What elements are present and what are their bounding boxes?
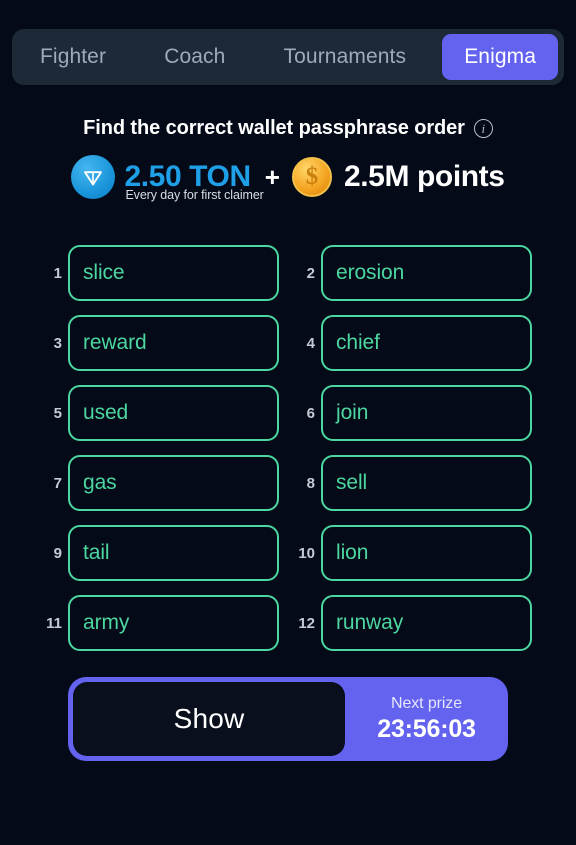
cell-number: 6	[306, 404, 315, 422]
tab-tournaments[interactable]: Tournaments	[262, 34, 429, 80]
cell-number: 10	[298, 544, 315, 562]
ton-subtitle: Every day for first claimer	[125, 188, 264, 202]
word-slot-11[interactable]: army	[68, 595, 279, 651]
tab-enigma-label: Enigma	[464, 45, 536, 68]
word-slot-5[interactable]: used	[68, 385, 279, 441]
word-text: join	[336, 401, 369, 424]
word-slot-8[interactable]: sell	[321, 455, 532, 511]
passphrase-cell: 12 runway	[297, 595, 532, 651]
page-title: Find the correct wallet passphrase order	[83, 117, 465, 139]
word-text: erosion	[336, 261, 405, 284]
word-slot-2[interactable]: erosion	[321, 245, 532, 301]
bottom-action-bar: Show Next prize 23:56:03	[68, 677, 508, 761]
passphrase-cell: 7 gas	[44, 455, 279, 511]
enigma-screen: Fighter Coach Tournaments Enigma Find th…	[0, 0, 576, 845]
word-text: lion	[336, 541, 369, 564]
prize-row: 2.50 TON Every day for first claimer + $…	[0, 152, 576, 202]
dollar-coin-icon: $	[291, 157, 332, 197]
main-tabbar: Fighter Coach Tournaments Enigma	[12, 29, 564, 85]
points-amount: 2.5M points	[343, 160, 505, 193]
tab-fighter[interactable]: Fighter	[18, 34, 128, 80]
word-slot-1[interactable]: slice	[68, 245, 279, 301]
word-slot-3[interactable]: reward	[68, 315, 279, 371]
passphrase-cell: 9 tail	[44, 525, 279, 581]
word-slot-12[interactable]: runway	[321, 595, 532, 651]
passphrase-cell: 1 slice	[44, 245, 279, 301]
cell-number: 7	[53, 474, 62, 492]
cell-number: 5	[53, 404, 62, 422]
next-prize-label: Next prize	[390, 694, 463, 712]
word-slot-9[interactable]: tail	[68, 525, 279, 581]
passphrase-grid: 1 slice 2 erosion 3 reward 4 chief 5 use…	[44, 245, 532, 651]
word-text: slice	[83, 261, 125, 284]
cell-number: 11	[46, 614, 62, 632]
passphrase-cell: 5 used	[44, 385, 279, 441]
cell-number: 9	[53, 544, 62, 562]
passphrase-cell: 10 lion	[297, 525, 532, 581]
word-text: gas	[83, 471, 117, 494]
cell-number: 12	[298, 614, 315, 632]
word-text: reward	[83, 331, 147, 354]
word-slot-10[interactable]: lion	[321, 525, 532, 581]
cell-number: 1	[53, 264, 62, 282]
ton-coin-icon	[71, 155, 116, 199]
cell-number: 2	[306, 264, 315, 282]
show-button-label: Show	[173, 703, 245, 734]
tab-enigma[interactable]: Enigma	[442, 34, 558, 80]
ton-prize-block: 2.50 TON Every day for first claimer	[124, 162, 263, 203]
cell-number: 8	[306, 474, 315, 492]
word-text: sell	[336, 471, 368, 494]
word-slot-4[interactable]: chief	[321, 315, 532, 371]
tab-tournaments-label: Tournaments	[283, 45, 407, 68]
tab-coach[interactable]: Coach	[142, 34, 247, 80]
passphrase-cell: 8 sell	[297, 455, 532, 511]
passphrase-cell: 4 chief	[297, 315, 532, 371]
cell-number: 3	[53, 334, 62, 352]
prize-separator: +	[264, 161, 280, 192]
word-text: army	[83, 611, 130, 634]
word-text: used	[83, 401, 129, 424]
passphrase-cell: 11 army	[44, 595, 279, 651]
passphrase-cell: 6 join	[297, 385, 532, 441]
page-title-row: Find the correct wallet passphrase order…	[0, 117, 576, 140]
word-slot-6[interactable]: join	[321, 385, 532, 441]
tab-fighter-label: Fighter	[40, 45, 107, 68]
cell-number: 4	[306, 334, 315, 352]
tab-coach-label: Coach	[164, 45, 226, 68]
passphrase-cell: 2 erosion	[297, 245, 532, 301]
next-prize-timer: 23:56:03	[377, 714, 476, 743]
word-text: chief	[336, 331, 380, 354]
word-slot-7[interactable]: gas	[68, 455, 279, 511]
next-prize-panel[interactable]: Next prize 23:56:03	[345, 677, 508, 761]
show-button[interactable]: Show	[73, 682, 345, 756]
info-circle-icon[interactable]: i	[473, 119, 493, 138]
word-text: runway	[336, 611, 404, 634]
passphrase-cell: 3 reward	[44, 315, 279, 371]
word-text: tail	[83, 541, 110, 564]
